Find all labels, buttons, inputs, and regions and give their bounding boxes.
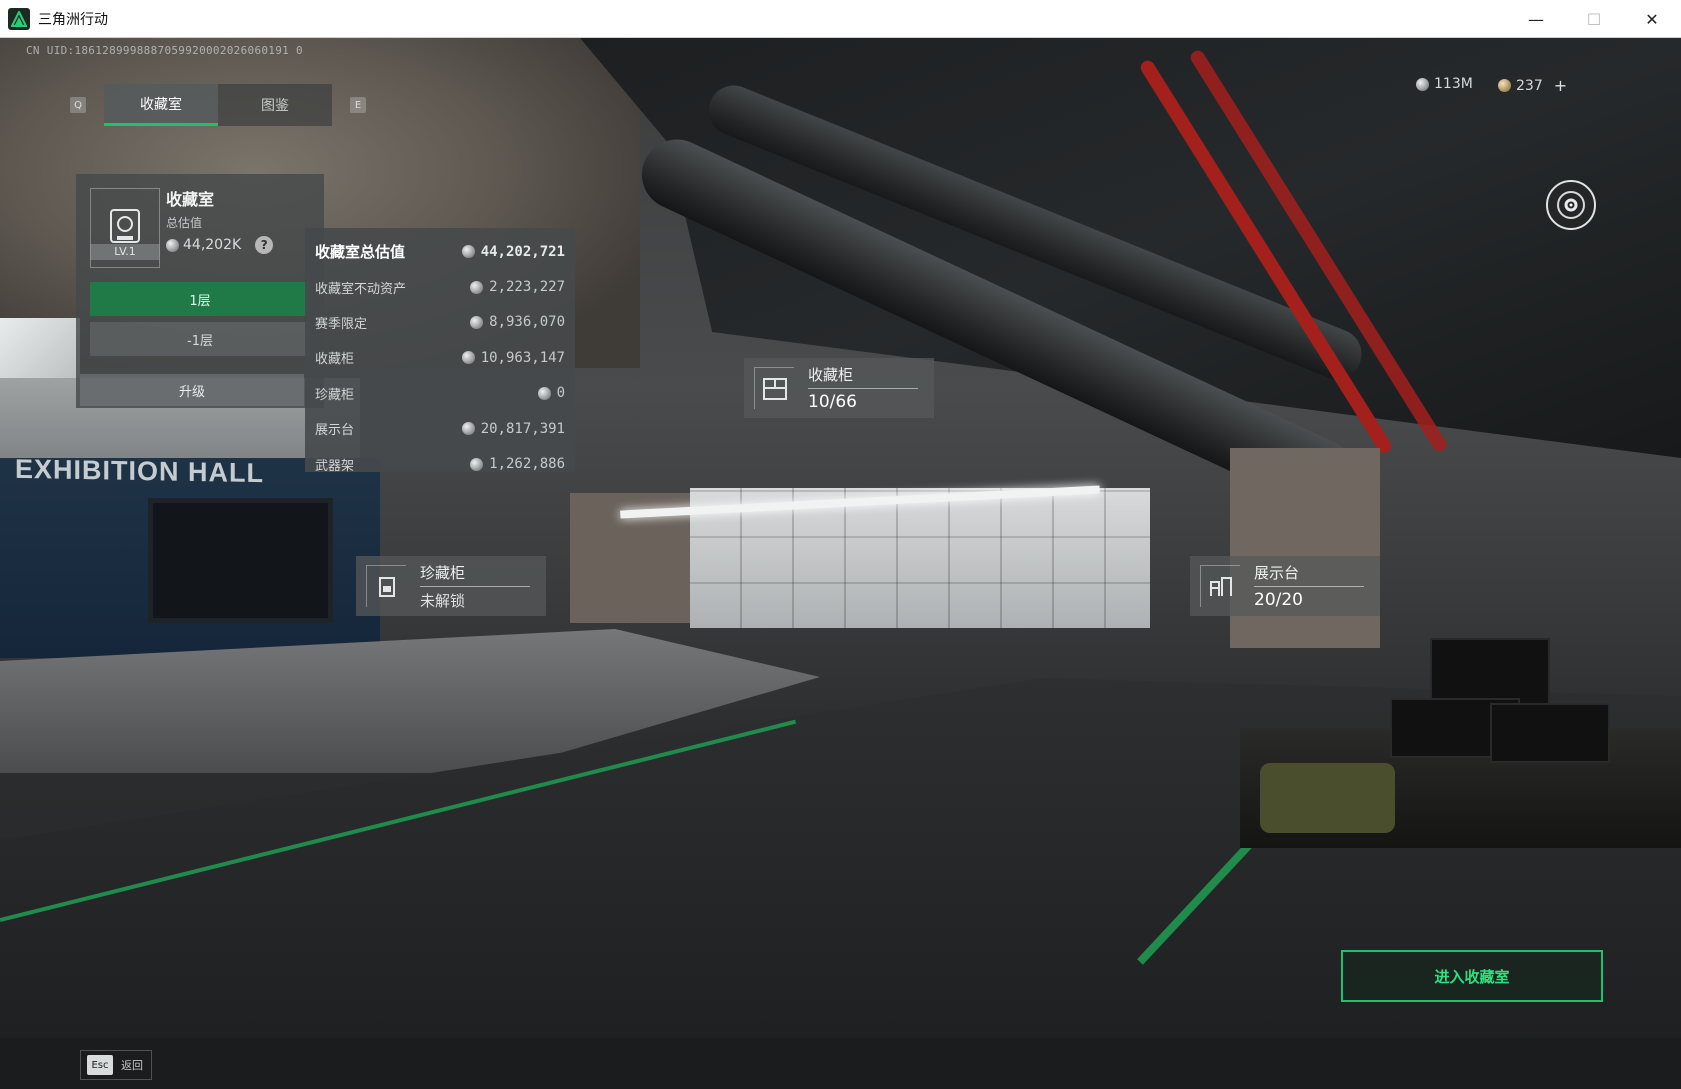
gold-coin-icon bbox=[1498, 79, 1511, 92]
gold-currency: 237 + bbox=[1498, 76, 1567, 95]
value-row: 展示台 20,817,391 bbox=[315, 411, 565, 446]
silver-amount: 113M bbox=[1434, 76, 1473, 92]
value-row-label: 展示台 bbox=[315, 423, 355, 439]
value-row-amount: 2,223,227 bbox=[489, 279, 565, 296]
bottom-bar bbox=[0, 1038, 1681, 1089]
silver-coin-icon bbox=[1416, 77, 1429, 91]
value-row: 收藏柜 10,963,147 bbox=[315, 340, 565, 375]
camera-view-button[interactable] bbox=[1546, 180, 1596, 230]
value-row-total: 收藏室总估值 44,202,721 bbox=[315, 234, 565, 269]
value-row-amount: 1,262,886 bbox=[489, 456, 565, 473]
hotspot-count: 20/20 bbox=[1254, 590, 1303, 610]
upgrade-button[interactable]: 升级 bbox=[80, 374, 304, 406]
exhibition-hall-sign: EXHIBITION HALL bbox=[15, 453, 264, 489]
hotspot-name: 珍藏柜 bbox=[420, 562, 530, 587]
stage-frame bbox=[148, 498, 333, 623]
hotspot-name: 展示台 bbox=[1254, 562, 1364, 587]
total-value-amount: 44,202K bbox=[183, 237, 242, 253]
silver-coin-icon bbox=[461, 422, 475, 436]
maximize-button[interactable]: ☐ bbox=[1565, 0, 1623, 38]
level-badge: LV.1 bbox=[90, 244, 160, 260]
floor-1-button[interactable]: 1层 bbox=[90, 282, 310, 316]
value-row-amount: 10,963,147 bbox=[480, 349, 565, 366]
value-row-amount: 44,202,721 bbox=[480, 243, 565, 260]
value-row: 武器架 1,262,886 bbox=[315, 446, 565, 481]
add-currency-button[interactable]: + bbox=[1554, 76, 1567, 95]
value-row-label: 珍藏柜 bbox=[315, 387, 355, 403]
app-logo-icon bbox=[8, 7, 30, 30]
silver-coin-icon bbox=[470, 315, 484, 329]
lock-cabinet-icon bbox=[366, 565, 406, 607]
room-name: 收藏室 bbox=[166, 190, 215, 209]
hotspot-status: 未解锁 bbox=[420, 591, 466, 610]
gold-amount: 237 bbox=[1516, 77, 1543, 94]
value-row-label: 收藏室总估值 bbox=[315, 243, 406, 262]
silver-coin-icon bbox=[537, 386, 551, 400]
equipment-case bbox=[1260, 763, 1395, 833]
silver-coin-icon bbox=[470, 457, 484, 471]
value-row: 珍藏柜 0 bbox=[315, 376, 565, 411]
hotspot-collection-cabinet[interactable]: 收藏柜 10/66 bbox=[744, 358, 934, 418]
silver-coin-icon bbox=[470, 280, 484, 294]
tab-collection-room[interactable]: 收藏室 bbox=[104, 84, 218, 126]
back-button[interactable]: Esc 返回 bbox=[80, 1050, 152, 1080]
cabinet-icon bbox=[754, 367, 794, 409]
floor-b1-button[interactable]: -1层 bbox=[90, 322, 310, 356]
top-tabs: Q 收藏室 图鉴 E bbox=[70, 84, 366, 126]
value-row-label: 收藏柜 bbox=[315, 352, 355, 368]
tab-next-key: E bbox=[350, 97, 366, 113]
value-row-amount: 8,936,070 bbox=[489, 314, 565, 331]
minimize-button[interactable]: — bbox=[1507, 0, 1565, 38]
close-button[interactable]: ✕ bbox=[1623, 0, 1681, 38]
window-title: 三角洲行动 bbox=[38, 11, 108, 28]
tab-prev-key: Q bbox=[70, 97, 86, 113]
value-row-amount: 0 bbox=[556, 385, 565, 402]
silver-coin-icon bbox=[461, 245, 475, 259]
value-row-label: 收藏室不动资产 bbox=[315, 281, 407, 297]
silver-coin-icon bbox=[166, 238, 179, 252]
silver-coin-icon bbox=[461, 351, 475, 365]
player-uid: CN UID:1861289998887059920002026060191 0 bbox=[26, 44, 303, 57]
hotspot-rare-cabinet[interactable]: 珍藏柜 未解锁 bbox=[356, 556, 546, 616]
hotspot-name: 收藏柜 bbox=[808, 364, 918, 389]
value-row-label: 赛季限定 bbox=[315, 316, 368, 332]
monitor bbox=[1490, 703, 1610, 763]
camera-lens-icon bbox=[1557, 191, 1585, 219]
value-breakdown-panel: 收藏室总估值 44,202,721 收藏室不动资产 2,223,227 赛季限定… bbox=[305, 228, 575, 474]
total-value-label: 总估值 bbox=[166, 216, 203, 230]
value-row-label: 武器架 bbox=[315, 458, 355, 474]
hotspot-display-stand[interactable]: 展示台 20/20 bbox=[1190, 556, 1380, 616]
tab-catalog[interactable]: 图鉴 bbox=[218, 84, 332, 126]
display-stand-icon bbox=[1200, 565, 1240, 607]
back-label: 返回 bbox=[121, 1059, 143, 1072]
help-icon[interactable]: ? bbox=[255, 236, 274, 254]
rock-pillar bbox=[1230, 448, 1380, 648]
value-row: 收藏室不动资产 2,223,227 bbox=[315, 269, 565, 304]
hotspot-count: 10/66 bbox=[808, 392, 857, 412]
window-titlebar: 三角洲行动 — ☐ ✕ bbox=[0, 0, 1681, 38]
total-value: 44,202K ? bbox=[166, 236, 274, 254]
value-row-amount: 20,817,391 bbox=[480, 420, 565, 437]
collection-room-card: LV.1 收藏室 总估值 44,202K ? 1层 -1层 bbox=[76, 174, 324, 408]
silver-currency: 113M bbox=[1416, 76, 1473, 92]
value-row: 赛季限定 8,936,070 bbox=[315, 305, 565, 340]
esc-key-icon: Esc bbox=[87, 1055, 113, 1075]
enter-collection-room-button[interactable]: 进入收藏室 bbox=[1341, 950, 1603, 1002]
